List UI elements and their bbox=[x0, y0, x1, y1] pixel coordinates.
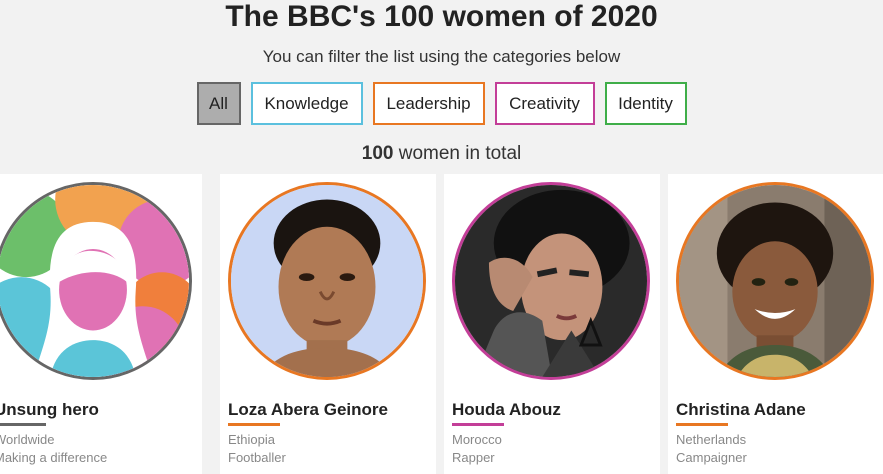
results-count-label: women in total bbox=[393, 143, 522, 164]
card-country: Worldwide bbox=[0, 432, 55, 447]
card-role: Rapper bbox=[452, 450, 495, 465]
card-role: Making a difference bbox=[0, 450, 108, 465]
category-underline bbox=[676, 423, 728, 426]
filter-knowledge-button[interactable]: Knowledge bbox=[250, 82, 363, 125]
card-role: Campaigner bbox=[676, 450, 747, 465]
portrait-photo-icon bbox=[231, 185, 423, 377]
avatar bbox=[676, 182, 874, 380]
card-role: Footballer bbox=[228, 450, 286, 465]
avatar bbox=[228, 182, 426, 380]
portrait-photo-icon bbox=[679, 185, 871, 377]
results-count-number: 100 bbox=[361, 143, 394, 164]
filter-all-button[interactable]: All bbox=[196, 82, 241, 125]
woman-card[interactable]: Loza Abera Geinore Ethiopia Footballer bbox=[220, 174, 436, 474]
woman-card[interactable]: Houda Abouz Morocco Rapper bbox=[444, 174, 660, 474]
card-name: Unsung hero bbox=[0, 400, 99, 419]
card-country: Morocco bbox=[452, 432, 502, 447]
filter-leadership-button[interactable]: Leadership bbox=[372, 82, 485, 125]
silhouette-placeholder-icon bbox=[0, 185, 189, 377]
category-underline bbox=[452, 423, 504, 426]
portrait-photo-icon bbox=[455, 185, 647, 377]
avatar bbox=[452, 182, 650, 380]
woman-card[interactable]: Christina Adane Netherlands Campaigner bbox=[668, 174, 883, 474]
filter-identity-button[interactable]: Identity bbox=[604, 82, 687, 125]
filter-creativity-button[interactable]: Creativity bbox=[494, 82, 595, 125]
card-name: Christina Adane bbox=[676, 400, 806, 419]
women-card-grid: Unsung hero Worldwide Making a differenc… bbox=[0, 174, 883, 474]
category-filters: All Knowledge Leadership Creativity Iden… bbox=[0, 82, 883, 125]
page-subtitle: You can filter the list using the catego… bbox=[262, 47, 621, 66]
results-count: 100 women in total bbox=[0, 142, 883, 166]
woman-card[interactable]: Unsung hero Worldwide Making a differenc… bbox=[0, 174, 202, 474]
category-underline bbox=[0, 423, 46, 426]
card-name: Loza Abera Geinore bbox=[228, 400, 388, 419]
card-country: Ethiopia bbox=[228, 432, 275, 447]
card-name: Houda Abouz bbox=[452, 400, 561, 419]
page-title: The BBC's 100 women of 2020 bbox=[225, 0, 658, 33]
card-country: Netherlands bbox=[676, 432, 747, 447]
avatar bbox=[0, 182, 192, 380]
category-underline bbox=[228, 423, 280, 426]
